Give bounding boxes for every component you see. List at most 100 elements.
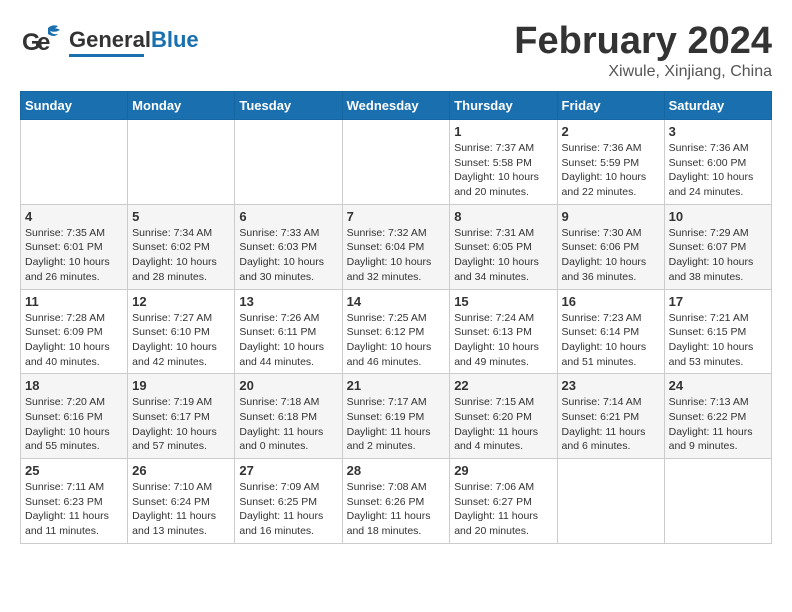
day-number: 21 bbox=[347, 378, 446, 393]
day-number: 18 bbox=[25, 378, 123, 393]
calendar-table: Sunday Monday Tuesday Wednesday Thursday… bbox=[20, 91, 772, 544]
day-number: 9 bbox=[562, 209, 660, 224]
table-row: 20 Sunrise: 7:18 AM Sunset: 6:18 PM Dayli… bbox=[235, 374, 342, 459]
day-info: Sunrise: 7:27 AM Sunset: 6:10 PM Dayligh… bbox=[132, 311, 230, 370]
header-friday: Friday bbox=[557, 92, 664, 120]
table-row: 18 Sunrise: 7:20 AM Sunset: 6:16 PM Dayli… bbox=[21, 374, 128, 459]
table-row: 19Sunrise: 7:19 AM Sunset: 6:17 PM Dayli… bbox=[128, 374, 235, 459]
day-info: Sunrise: 7:08 AM Sunset: 6:26 PM Dayligh… bbox=[347, 480, 446, 539]
day-number: 23 bbox=[562, 378, 660, 393]
day-number: 22 bbox=[454, 378, 552, 393]
day-number: 6 bbox=[239, 209, 337, 224]
weekday-header-row: Sunday Monday Tuesday Wednesday Thursday… bbox=[21, 92, 772, 120]
day-number: 14 bbox=[347, 294, 446, 309]
day-info: Sunrise: 7:30 AM Sunset: 6:06 PM Dayligh… bbox=[562, 226, 660, 285]
day-info: Sunrise: 7:32 AM Sunset: 6:04 PM Dayligh… bbox=[347, 226, 446, 285]
calendar-week-4: 18 Sunrise: 7:20 AM Sunset: 6:16 PM Dayli… bbox=[21, 374, 772, 459]
day-info: Sunrise: 7:37 AM Sunset: 5:58 PM Dayligh… bbox=[454, 141, 552, 200]
day-number: 1 bbox=[454, 124, 552, 139]
table-row: 1 Sunrise: 7:37 AM Sunset: 5:58 PM Daylig… bbox=[450, 120, 557, 205]
day-info: Sunrise: 7:36 AM Sunset: 5:59 PM Dayligh… bbox=[562, 141, 660, 200]
day-info: Sunrise: 7:10 AM Sunset: 6:24 PM Dayligh… bbox=[132, 480, 230, 539]
calendar-week-3: 11 Sunrise: 7:28 AM Sunset: 6:09 PM Dayli… bbox=[21, 289, 772, 374]
day-info: Sunrise: 7:25 AM Sunset: 6:12 PM Dayligh… bbox=[347, 311, 446, 370]
header-wednesday: Wednesday bbox=[342, 92, 450, 120]
calendar-week-5: 25 Sunrise: 7:11 AM Sunset: 6:23 PM Dayli… bbox=[21, 459, 772, 544]
day-info: Sunrise: 7:21 AM Sunset: 6:15 PM Dayligh… bbox=[669, 311, 767, 370]
day-info: Sunrise: 7:34 AM Sunset: 6:02 PM Dayligh… bbox=[132, 226, 230, 285]
logo-blue: Blue bbox=[151, 27, 199, 52]
table-row: 17 Sunrise: 7:21 AM Sunset: 6:15 PM Dayli… bbox=[664, 289, 771, 374]
logo-underline bbox=[69, 54, 144, 57]
table-row: 13 Sunrise: 7:26 AM Sunset: 6:11 PM Dayli… bbox=[235, 289, 342, 374]
table-row: 6 Sunrise: 7:33 AM Sunset: 6:03 PM Daylig… bbox=[235, 204, 342, 289]
table-row: 16Sunrise: 7:23 AM Sunset: 6:14 PM Dayli… bbox=[557, 289, 664, 374]
day-info: Sunrise: 7:13 AM Sunset: 6:22 PM Dayligh… bbox=[669, 395, 767, 454]
day-info: Sunrise: 7:09 AM Sunset: 6:25 PM Dayligh… bbox=[239, 480, 337, 539]
day-number: 4 bbox=[25, 209, 123, 224]
day-info: Sunrise: 7:31 AM Sunset: 6:05 PM Dayligh… bbox=[454, 226, 552, 285]
table-row: 14 Sunrise: 7:25 AM Sunset: 6:12 PM Dayli… bbox=[342, 289, 450, 374]
table-row: 9 Sunrise: 7:30 AM Sunset: 6:06 PM Daylig… bbox=[557, 204, 664, 289]
table-row: 23 Sunrise: 7:14 AM Sunset: 6:21 PM Dayli… bbox=[557, 374, 664, 459]
day-info: Sunrise: 7:24 AM Sunset: 6:13 PM Dayligh… bbox=[454, 311, 552, 370]
table-row: 12 Sunrise: 7:27 AM Sunset: 6:10 PM Dayli… bbox=[128, 289, 235, 374]
table-row: 8 Sunrise: 7:31 AM Sunset: 6:05 PM Daylig… bbox=[450, 204, 557, 289]
header-tuesday: Tuesday bbox=[235, 92, 342, 120]
day-number: 3 bbox=[669, 124, 767, 139]
day-info: Sunrise: 7:19 AM Sunset: 6:17 PM Dayligh… bbox=[132, 395, 230, 454]
day-number: 16 bbox=[562, 294, 660, 309]
table-row bbox=[342, 120, 450, 205]
table-row: 2 Sunrise: 7:36 AM Sunset: 5:59 PM Daylig… bbox=[557, 120, 664, 205]
day-info: Sunrise: 7:20 AM Sunset: 6:16 PM Dayligh… bbox=[25, 395, 123, 454]
table-row: 10 Sunrise: 7:29 AM Sunset: 6:07 PM Dayli… bbox=[664, 204, 771, 289]
day-number: 10 bbox=[669, 209, 767, 224]
day-info: Sunrise: 7:14 AM Sunset: 6:21 PM Dayligh… bbox=[562, 395, 660, 454]
table-row: 5 Sunrise: 7:34 AM Sunset: 6:02 PM Daylig… bbox=[128, 204, 235, 289]
day-number: 20 bbox=[239, 378, 337, 393]
calendar-week-2: 4Sunrise: 7:35 AM Sunset: 6:01 PM Daylig… bbox=[21, 204, 772, 289]
day-info: Sunrise: 7:29 AM Sunset: 6:07 PM Dayligh… bbox=[669, 226, 767, 285]
header-monday: Monday bbox=[128, 92, 235, 120]
table-row bbox=[557, 459, 664, 544]
day-number: 8 bbox=[454, 209, 552, 224]
day-number: 7 bbox=[347, 209, 446, 224]
day-number: 15 bbox=[454, 294, 552, 309]
table-row: 24Sunrise: 7:13 AM Sunset: 6:22 PM Dayli… bbox=[664, 374, 771, 459]
table-row: 21 Sunrise: 7:17 AM Sunset: 6:19 PM Dayli… bbox=[342, 374, 450, 459]
table-row: 4Sunrise: 7:35 AM Sunset: 6:01 PM Daylig… bbox=[21, 204, 128, 289]
day-info: Sunrise: 7:06 AM Sunset: 6:27 PM Dayligh… bbox=[454, 480, 552, 539]
day-number: 12 bbox=[132, 294, 230, 309]
table-row: 26 Sunrise: 7:10 AM Sunset: 6:24 PM Dayli… bbox=[128, 459, 235, 544]
day-number: 28 bbox=[347, 463, 446, 478]
day-number: 17 bbox=[669, 294, 767, 309]
header-sunday: Sunday bbox=[21, 92, 128, 120]
table-row bbox=[128, 120, 235, 205]
day-number: 25 bbox=[25, 463, 123, 478]
page-container: G e GeneralBlue February 2024 Xiwule, Xi… bbox=[20, 20, 772, 544]
table-row: 7 Sunrise: 7:32 AM Sunset: 6:04 PM Daylig… bbox=[342, 204, 450, 289]
day-number: 13 bbox=[239, 294, 337, 309]
header-saturday: Saturday bbox=[664, 92, 771, 120]
day-number: 5 bbox=[132, 209, 230, 224]
day-info: Sunrise: 7:15 AM Sunset: 6:20 PM Dayligh… bbox=[454, 395, 552, 454]
location: Xiwule, Xinjiang, China bbox=[514, 63, 772, 81]
day-info: Sunrise: 7:28 AM Sunset: 6:09 PM Dayligh… bbox=[25, 311, 123, 370]
table-row bbox=[21, 120, 128, 205]
day-info: Sunrise: 7:33 AM Sunset: 6:03 PM Dayligh… bbox=[239, 226, 337, 285]
day-info: Sunrise: 7:36 AM Sunset: 6:00 PM Dayligh… bbox=[669, 141, 767, 200]
day-number: 26 bbox=[132, 463, 230, 478]
day-info: Sunrise: 7:26 AM Sunset: 6:11 PM Dayligh… bbox=[239, 311, 337, 370]
day-info: Sunrise: 7:11 AM Sunset: 6:23 PM Dayligh… bbox=[25, 480, 123, 539]
header-thursday: Thursday bbox=[450, 92, 557, 120]
day-info: Sunrise: 7:17 AM Sunset: 6:19 PM Dayligh… bbox=[347, 395, 446, 454]
day-info: Sunrise: 7:18 AM Sunset: 6:18 PM Dayligh… bbox=[239, 395, 337, 454]
day-number: 2 bbox=[562, 124, 660, 139]
table-row: 15 Sunrise: 7:24 AM Sunset: 6:13 PM Dayli… bbox=[450, 289, 557, 374]
day-number: 27 bbox=[239, 463, 337, 478]
logo: G e GeneralBlue bbox=[20, 20, 199, 65]
logo-general: General bbox=[69, 27, 151, 52]
title-area: February 2024 Xiwule, Xinjiang, China bbox=[514, 20, 772, 81]
table-row: 28 Sunrise: 7:08 AM Sunset: 6:26 PM Dayli… bbox=[342, 459, 450, 544]
day-number: 11 bbox=[25, 294, 123, 309]
